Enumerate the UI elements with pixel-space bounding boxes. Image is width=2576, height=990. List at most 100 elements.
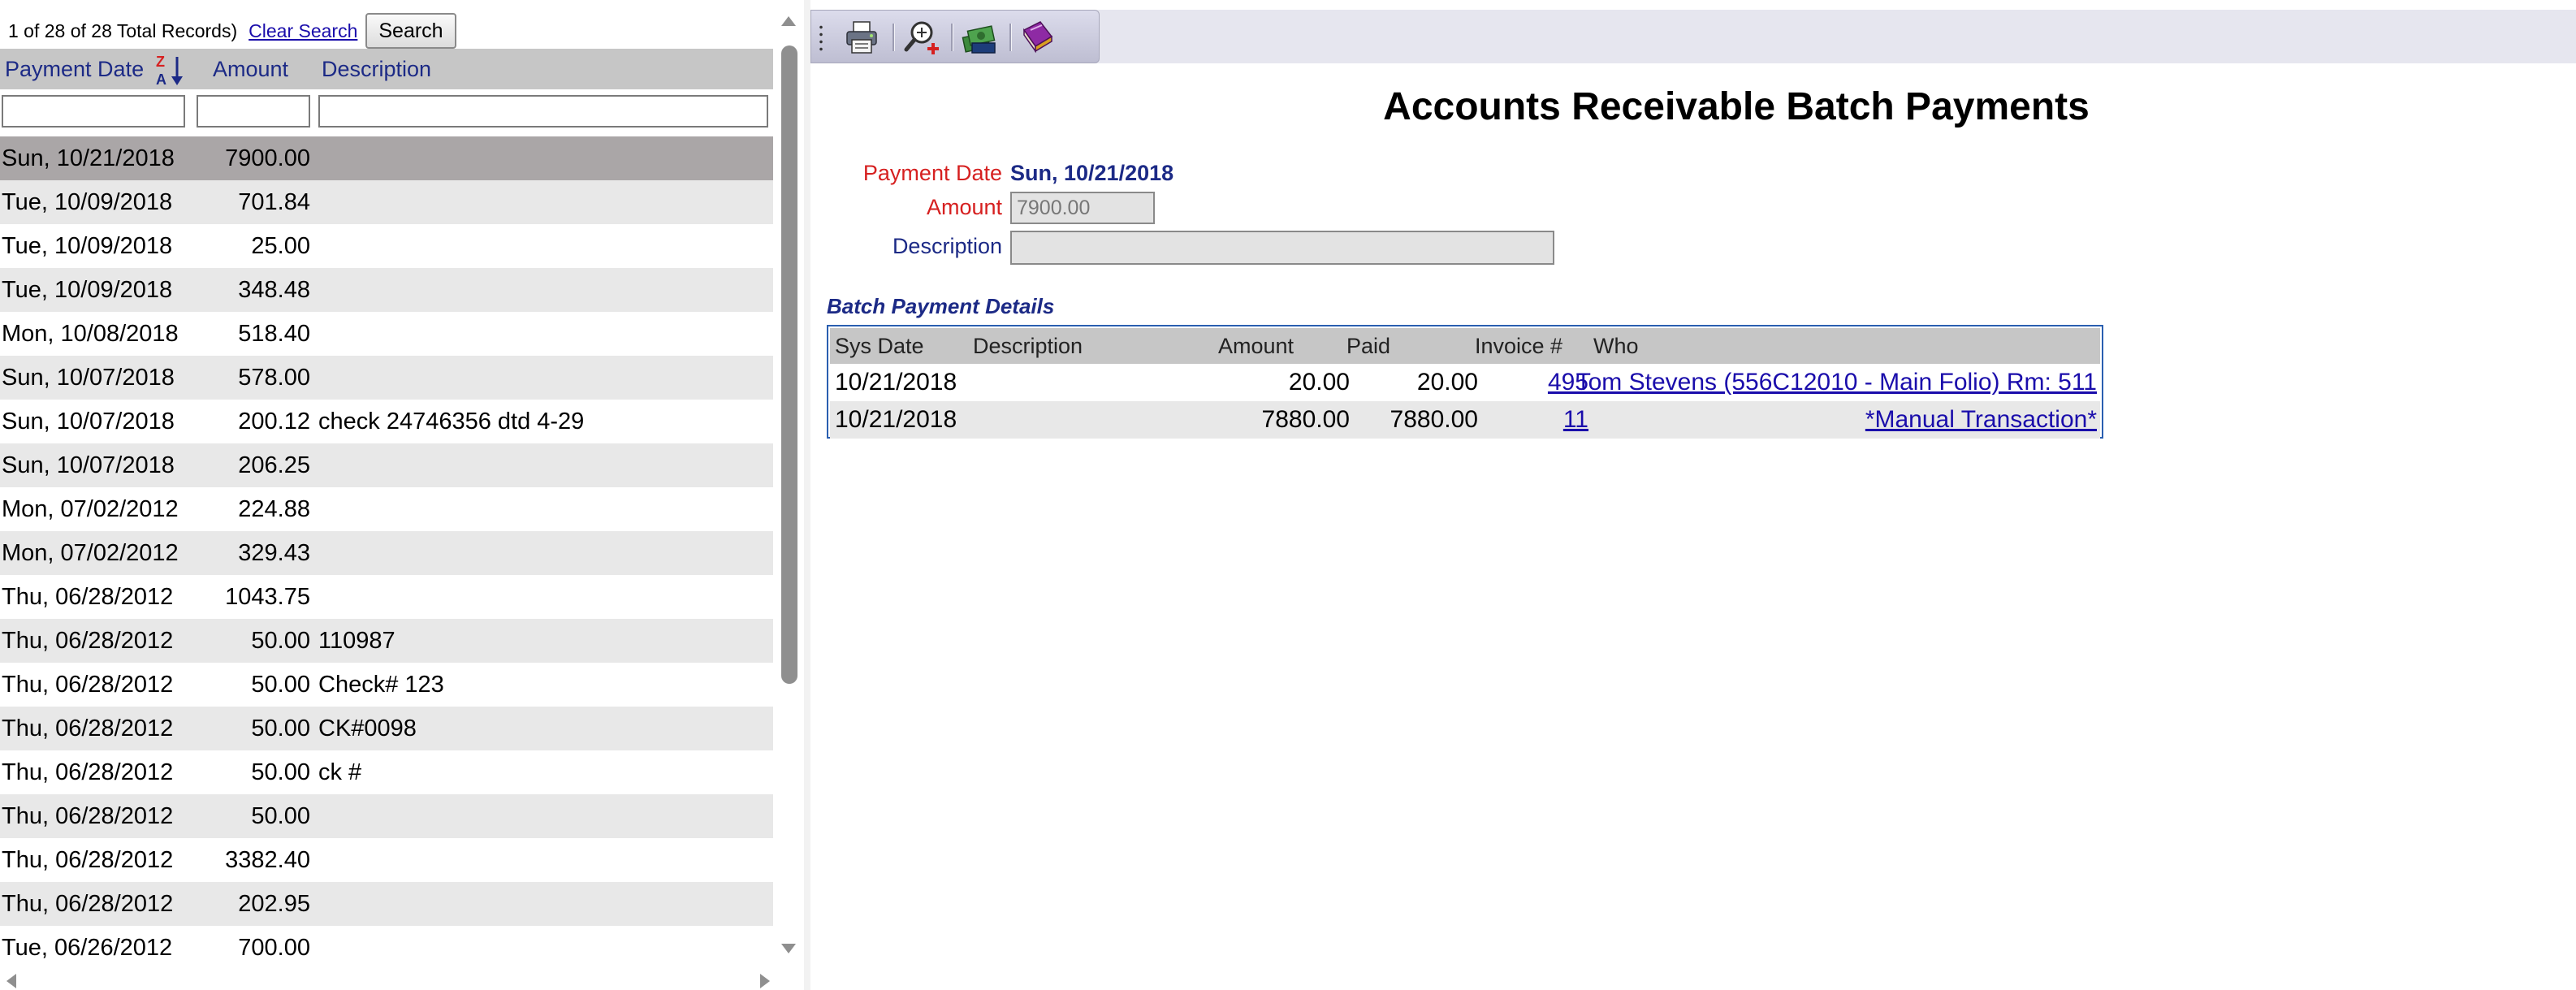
record-amount: 25.00 bbox=[251, 233, 310, 259]
record-date: Sun, 10/07/2018 bbox=[2, 365, 175, 391]
column-header-invoice: Invoice # bbox=[1475, 334, 1563, 358]
who-link[interactable]: *Manual Transaction* bbox=[1865, 401, 2097, 439]
record-description: 110987 bbox=[318, 628, 395, 654]
record-date: Thu, 06/28/2012 bbox=[2, 759, 174, 785]
record-row[interactable]: Thu, 06/28/2012 50.00 110987 bbox=[0, 619, 773, 663]
clear-search-link[interactable]: Clear Search bbox=[249, 20, 357, 42]
search-button[interactable]: Search bbox=[365, 13, 456, 49]
record-row[interactable]: Thu, 06/28/2012 3382.40 bbox=[0, 838, 773, 882]
record-date: Thu, 06/28/2012 bbox=[2, 672, 174, 698]
record-navigation-bar: 1 of 28 of 28 Total Records) Clear Searc… bbox=[8, 13, 456, 49]
record-row[interactable]: Mon, 07/02/2012 224.88 bbox=[0, 487, 773, 531]
record-date: Thu, 06/28/2012 bbox=[2, 584, 174, 610]
column-header-who: Who bbox=[1593, 334, 1639, 358]
record-row[interactable]: Mon, 10/08/2018 518.40 bbox=[0, 312, 773, 356]
column-header-paid: Paid bbox=[1346, 334, 1391, 358]
sys-date-cell: 10/21/2018 bbox=[835, 369, 957, 396]
scroll-down-arrow-icon[interactable] bbox=[781, 944, 796, 953]
record-row[interactable]: Tue, 10/09/2018 348.48 bbox=[0, 268, 773, 312]
scroll-right-arrow-icon[interactable] bbox=[760, 974, 770, 988]
sort-descending-icon[interactable]: Z A bbox=[153, 52, 188, 88]
description-filter-input[interactable] bbox=[318, 95, 768, 128]
record-amount: 50.00 bbox=[251, 628, 310, 654]
record-date: Sun, 10/07/2018 bbox=[2, 452, 175, 478]
column-header-sys-date: Sys Date bbox=[835, 334, 924, 358]
list-header-row: Payment Date Z A Amount Description bbox=[0, 49, 773, 89]
zoom-add-icon[interactable] bbox=[902, 19, 940, 56]
book-icon[interactable] bbox=[1019, 19, 1057, 56]
record-description: check 24746356 dtd 4-29 bbox=[318, 409, 585, 434]
record-row[interactable]: Thu, 06/28/2012 202.95 bbox=[0, 882, 773, 926]
record-row[interactable]: Sun, 10/07/2018 206.25 bbox=[0, 443, 773, 487]
column-header-payment-date[interactable]: Payment Date bbox=[5, 49, 144, 89]
record-date: Mon, 07/02/2012 bbox=[2, 496, 179, 522]
payment-date-filter-input[interactable] bbox=[2, 95, 185, 128]
column-header-description: Description bbox=[973, 334, 1083, 358]
print-icon[interactable] bbox=[844, 19, 881, 56]
record-amount: 518.40 bbox=[238, 321, 310, 347]
amount-cell: 20.00 bbox=[1288, 369, 1350, 396]
record-date: Mon, 10/08/2018 bbox=[2, 321, 179, 347]
record-row[interactable]: Thu, 06/28/2012 50.00 ck # bbox=[0, 750, 773, 794]
sys-date-cell: 10/21/2018 bbox=[835, 406, 957, 433]
record-row[interactable]: Thu, 06/28/2012 50.00 Check# 123 bbox=[0, 663, 773, 707]
record-amount: 50.00 bbox=[251, 715, 310, 741]
record-row[interactable]: Sun, 10/21/2018 7900.00 bbox=[0, 136, 773, 180]
payment-date-label: Payment Date bbox=[862, 161, 1002, 185]
svg-text:Z: Z bbox=[156, 54, 165, 70]
detail-pane: Accounts Receivable Batch Payments Payme… bbox=[810, 0, 2576, 990]
record-date: Thu, 06/28/2012 bbox=[2, 628, 174, 654]
record-description: ck # bbox=[318, 759, 362, 785]
record-amount: 202.95 bbox=[238, 891, 310, 917]
record-amount: 50.00 bbox=[251, 672, 310, 698]
record-amount: 348.48 bbox=[238, 277, 310, 303]
record-row[interactable]: Sun, 10/07/2018 200.12 check 24746356 dtd … bbox=[0, 400, 773, 443]
cash-icon[interactable] bbox=[961, 19, 998, 56]
amount-field[interactable] bbox=[1010, 192, 1155, 224]
record-count: 1 of 28 of 28 Total Records) bbox=[8, 19, 238, 41]
record-amount: 50.00 bbox=[251, 759, 310, 785]
record-date: Tue, 10/09/2018 bbox=[2, 277, 173, 303]
column-header-description[interactable]: Description bbox=[322, 49, 431, 89]
amount-label: Amount bbox=[926, 195, 1002, 219]
record-description: Check# 123 bbox=[318, 672, 444, 698]
scrollbar-thumb[interactable] bbox=[781, 45, 797, 684]
toolbar-separator bbox=[893, 24, 895, 51]
payment-date-value: Sun, 10/21/2018 bbox=[1010, 161, 1174, 185]
pane-divider[interactable] bbox=[804, 0, 810, 990]
description-label: Description bbox=[892, 234, 1002, 258]
record-amount: 50.00 bbox=[251, 803, 310, 829]
horizontal-scrollbar[interactable] bbox=[6, 971, 770, 989]
record-row[interactable]: Thu, 06/28/2012 50.00 CK#0098 bbox=[0, 707, 773, 750]
record-row[interactable]: Sun, 10/07/2018 578.00 bbox=[0, 356, 773, 400]
record-amount: 224.88 bbox=[238, 496, 310, 522]
record-row[interactable]: Tue, 10/09/2018 25.00 bbox=[0, 224, 773, 268]
record-row[interactable]: Mon, 07/02/2012 329.43 bbox=[0, 531, 773, 575]
toolbar-separator bbox=[951, 24, 953, 51]
scroll-left-arrow-icon[interactable] bbox=[6, 974, 16, 988]
record-row[interactable]: Thu, 06/28/2012 50.00 bbox=[0, 794, 773, 838]
batch-payment-details-table: Sys Date Description Amount Paid Invoice… bbox=[827, 325, 2103, 439]
record-row[interactable]: Tue, 10/09/2018 701.84 bbox=[0, 180, 773, 224]
record-list: Sun, 10/21/2018 7900.00 Tue, 10/09/2018 701… bbox=[0, 136, 773, 970]
record-amount: 329.43 bbox=[238, 540, 310, 566]
record-amount: 206.25 bbox=[238, 452, 310, 478]
vertical-scrollbar[interactable] bbox=[780, 16, 799, 958]
record-row[interactable]: Tue, 06/26/2012 700.00 bbox=[0, 926, 773, 970]
record-amount: 700.00 bbox=[238, 935, 310, 961]
record-date: Tue, 10/09/2018 bbox=[2, 189, 173, 215]
record-row[interactable]: Thu, 06/28/2012 1043.75 bbox=[0, 575, 773, 619]
scroll-up-arrow-icon[interactable] bbox=[781, 16, 796, 26]
record-amount: 1043.75 bbox=[225, 584, 310, 610]
who-link[interactable]: Tom Stevens (556C12010 - Main Folio) Rm:… bbox=[1576, 364, 2097, 401]
description-field[interactable] bbox=[1010, 231, 1554, 265]
record-amount: 3382.40 bbox=[225, 847, 310, 873]
record-date: Mon, 07/02/2012 bbox=[2, 540, 179, 566]
column-header-amount[interactable]: Amount bbox=[213, 49, 288, 89]
invoice-link[interactable]: 11 bbox=[1563, 401, 1588, 439]
batch-table-row: 10/21/2018 20.00 20.00 495 Tom Stevens (… bbox=[830, 364, 2100, 401]
amount-filter-input[interactable] bbox=[197, 95, 310, 128]
record-date: Tue, 06/26/2012 bbox=[2, 935, 173, 961]
toolbar-grip-icon[interactable] bbox=[819, 24, 823, 53]
record-amount: 200.12 bbox=[238, 409, 310, 434]
